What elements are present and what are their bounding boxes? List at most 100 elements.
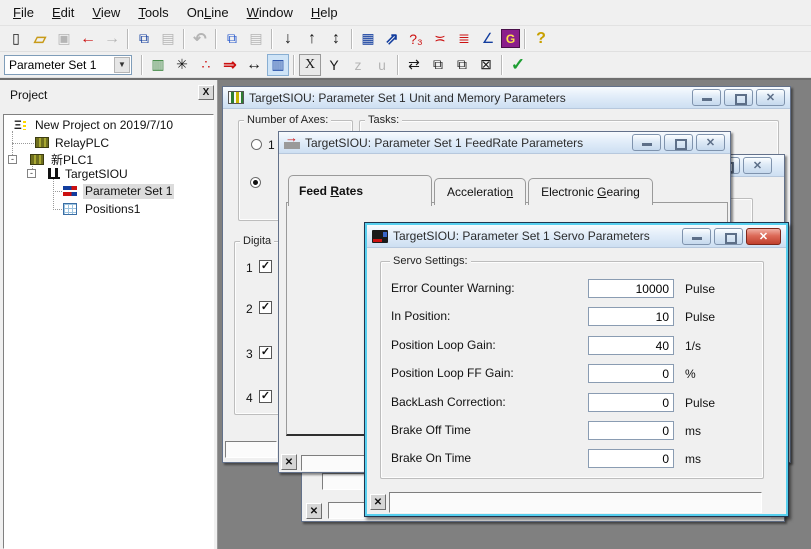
tree-expander[interactable]: - <box>27 169 36 178</box>
project-root-icon: Ξ <box>14 119 27 132</box>
position-points-icon[interactable]: ∴ <box>195 54 217 76</box>
servo-row-unit: % <box>685 367 696 381</box>
graphic-mode-icon[interactable]: G <box>501 29 520 48</box>
digital-input-2-checkbox[interactable]: ✓ <box>259 301 272 314</box>
offset-icon[interactable]: ⇄ <box>403 54 425 76</box>
travel-range-icon[interactable]: ↔ <box>243 54 265 76</box>
init-parameters-icon[interactable]: ✳ <box>171 54 193 76</box>
paste-page-icon[interactable]: ▤ <box>245 28 267 50</box>
digital-input-4-checkbox[interactable]: ✓ <box>259 390 272 403</box>
toolbar-separator <box>524 29 526 49</box>
servo-parameters-icon[interactable]: ▥ <box>267 54 289 76</box>
menu-edit-post: dit <box>61 5 75 20</box>
unit-parameters-icon[interactable]: ▥ <box>147 54 169 76</box>
close-icon[interactable]: X <box>198 85 214 100</box>
servo-row-input[interactable] <box>588 279 674 298</box>
copy-axis-icon[interactable]: ⧉ <box>427 54 449 76</box>
close-button[interactable] <box>746 228 781 245</box>
parameter-set-combo-input[interactable] <box>5 57 111 73</box>
status-strip-box <box>389 492 762 513</box>
servo-row-input[interactable] <box>588 421 674 440</box>
paste-frame-icon[interactable]: ▤ <box>157 28 179 50</box>
servo-row-input[interactable] <box>588 393 674 412</box>
verify-transfer-icon[interactable]: ↕ <box>325 28 347 50</box>
close-button[interactable] <box>696 134 725 151</box>
tab-electronic-gearing-post: earing <box>606 185 639 199</box>
tree-item-relayplc[interactable]: RelayPLC <box>53 136 111 151</box>
menu-online[interactable]: OnLine <box>178 2 238 23</box>
trend-chart-icon[interactable]: ∠ <box>477 28 499 50</box>
tree-item-parameter-set-1[interactable]: Parameter Set 1 <box>83 184 174 199</box>
menu-window[interactable]: Window <box>238 2 302 23</box>
upload-from-controller-icon[interactable]: ↑ <box>301 28 323 50</box>
digital-input-1-checkbox[interactable]: ✓ <box>259 260 272 273</box>
servo-row-input[interactable] <box>588 307 674 326</box>
axes-radio-selected[interactable] <box>250 177 261 188</box>
save-icon[interactable]: ▣ <box>53 28 75 50</box>
find-next-icon[interactable]: ⇗ <box>381 28 403 50</box>
new-document-icon[interactable]: ▯ <box>5 28 27 50</box>
menu-tools[interactable]: Tools <box>129 2 177 23</box>
tree-item-project-root[interactable]: New Project on 2019/7/10 <box>33 118 175 133</box>
undo-icon[interactable]: ↶ <box>189 28 211 50</box>
tab-feed-rates[interactable]: Feed Rates <box>288 175 432 206</box>
navigate-back-icon[interactable]: ← <box>77 28 99 50</box>
open-folder-icon[interactable]: ▱ <box>29 28 51 50</box>
close-button[interactable] <box>743 157 772 174</box>
axes-radio-1[interactable] <box>251 139 262 150</box>
download-to-controller-icon[interactable]: ↓ <box>277 28 299 50</box>
toolbar-separator <box>215 29 217 49</box>
tree-item-targetsiou[interactable]: TargetSIOU <box>63 167 130 182</box>
axis-y-button[interactable]: Y <box>323 54 345 76</box>
axis-z-button[interactable]: z <box>347 54 369 76</box>
servo-row-input[interactable] <box>588 336 674 355</box>
minimize-button[interactable] <box>692 89 721 106</box>
close-button[interactable] <box>756 89 785 106</box>
window-servo-titlebar[interactable]: TargetSIOU: Parameter Set 1 Servo Parame… <box>367 225 786 248</box>
servo-row-input[interactable] <box>588 364 674 383</box>
menu-window-mnemonic: W <box>247 5 259 20</box>
servo-row-label: Brake On Time <box>391 451 471 465</box>
tree-expander[interactable]: - <box>8 155 17 164</box>
menu-view[interactable]: View <box>83 2 129 23</box>
menu-file[interactable]: File <box>4 2 43 23</box>
maximize-button[interactable] <box>724 89 753 106</box>
axis-u-button[interactable]: u <box>371 54 393 76</box>
minimize-button[interactable] <box>632 134 661 151</box>
minimize-button[interactable] <box>682 228 711 245</box>
chevron-down-icon[interactable]: ▼ <box>114 57 130 73</box>
quick-monitor-icon[interactable]: ≍ <box>429 28 451 50</box>
tab-acceleration[interactable]: Acceleration <box>434 178 526 205</box>
window-servo[interactable]: TargetSIOU: Parameter Set 1 Servo Parame… <box>364 222 789 517</box>
close-strip-icon[interactable]: ✕ <box>370 494 386 510</box>
help-icon[interactable]: ? <box>530 28 552 50</box>
copy-frame-icon[interactable]: ⧉ <box>133 28 155 50</box>
monitor-list-icon[interactable]: ≣ <box>453 28 475 50</box>
close-strip-icon[interactable]: ✕ <box>306 503 322 519</box>
toolbar-separator <box>127 29 129 49</box>
window-feedrate-titlebar[interactable]: TargetSIOU: Parameter Set 1 FeedRate Par… <box>279 132 730 154</box>
window-unit-memory-titlebar[interactable]: TargetSIOU: Parameter Set 1 Unit and Mem… <box>223 87 790 109</box>
tab-electronic-gearing[interactable]: Electronic Gearing <box>528 178 653 205</box>
copy-pages-icon[interactable]: ⧉ <box>221 28 243 50</box>
servo-row-input[interactable] <box>588 449 674 468</box>
navigate-forward-icon[interactable]: → <box>101 28 123 50</box>
tree-item-newplc1[interactable]: 新PLC1 <box>49 153 95 168</box>
tree-item-positions1[interactable]: Positions1 <box>83 202 142 217</box>
digital-input-3-checkbox[interactable]: ✓ <box>259 346 272 359</box>
menu-file-post: ile <box>21 5 34 20</box>
paste-axis-icon[interactable]: ⧉ <box>451 54 473 76</box>
monitor-grid-icon[interactable]: ▦ <box>357 28 379 50</box>
menu-help[interactable]: Help <box>302 2 347 23</box>
clear-table-icon[interactable]: ⊠ <box>475 54 497 76</box>
axis-x-button[interactable]: X <box>299 54 321 76</box>
maximize-button[interactable] <box>714 228 743 245</box>
maximize-button[interactable] <box>664 134 693 151</box>
find-register-icon[interactable]: ?₃ <box>405 28 427 50</box>
menu-edit[interactable]: Edit <box>43 2 83 23</box>
toolbar-parameters: ▼ ▥✳∴⇒↔▥XYzu⇄⧉⧉⊠✓ <box>0 52 811 78</box>
close-strip-icon[interactable]: ✕ <box>281 454 297 470</box>
apply-check-icon[interactable]: ✓ <box>507 54 529 76</box>
feedrate-parameters-icon[interactable]: ⇒ <box>219 54 241 76</box>
parameter-set-combo[interactable]: ▼ <box>4 55 132 75</box>
